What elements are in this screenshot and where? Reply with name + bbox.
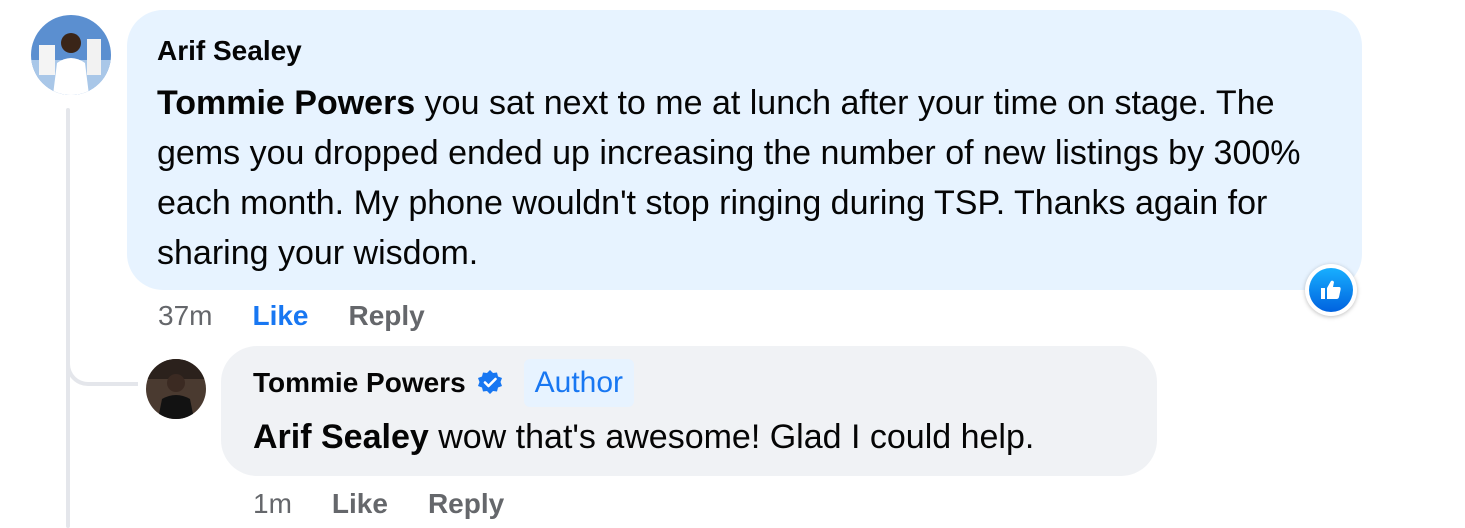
comment-text: Tommie Powers you sat next to me at lunc…: [157, 78, 1332, 278]
reply-actions: 1m Like Reply: [253, 484, 504, 524]
profile-photo-tommie: [146, 359, 206, 419]
like-button[interactable]: Like: [332, 488, 388, 520]
reply-body: wow that's awesome! Glad I could help.: [428, 418, 1035, 456]
like-reaction-icon: [1309, 268, 1353, 312]
avatar[interactable]: [146, 359, 206, 419]
reply-button[interactable]: Reply: [349, 300, 425, 332]
reply-text: Arif Sealey wow that's awesome! Glad I c…: [253, 412, 1125, 462]
profile-photo-arif: [31, 15, 111, 95]
comment-author-name[interactable]: Arif Sealey: [157, 34, 1332, 68]
reply-author-name[interactable]: Tommie Powers: [253, 366, 466, 400]
reply-connector-curve: [66, 340, 138, 386]
mention-link[interactable]: Arif Sealey: [253, 418, 429, 456]
verified-badge-icon: [476, 369, 504, 397]
reply-header: Tommie Powers Author: [253, 358, 1125, 408]
comment-timestamp[interactable]: 37m: [158, 300, 212, 332]
reply-button[interactable]: Reply: [428, 488, 504, 520]
comment-bubble: Arif Sealey Tommie Powers you sat next t…: [127, 10, 1362, 290]
reaction-badge[interactable]: [1305, 264, 1357, 316]
comment-thread: Arif Sealey Tommie Powers you sat next t…: [0, 0, 1465, 528]
reply-timestamp[interactable]: 1m: [253, 488, 292, 520]
mention-link[interactable]: Tommie Powers: [157, 84, 415, 122]
comment-actions: 37m Like Reply: [158, 296, 425, 336]
author-badge: Author: [523, 359, 635, 407]
avatar[interactable]: [31, 15, 111, 95]
thread-connector-line: [66, 108, 70, 528]
like-button[interactable]: Like: [252, 300, 308, 332]
reply-bubble: Tommie Powers Author Arif Sealey wow tha…: [221, 346, 1157, 476]
